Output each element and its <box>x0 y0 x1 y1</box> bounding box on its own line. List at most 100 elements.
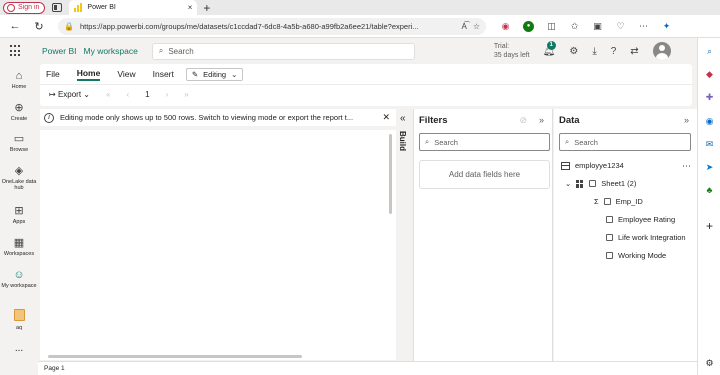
refresh-icon[interactable]: ↻ <box>32 20 46 33</box>
extension-icon[interactable]: ◉ <box>500 21 511 32</box>
filters-title: Filters <box>419 115 448 126</box>
data-search-input[interactable]: ⌕ Search <box>559 133 691 151</box>
report-icon <box>13 309 25 321</box>
notice-message: Editing mode only shows up to 500 rows. … <box>60 113 354 122</box>
collapse-right-icon[interactable]: » <box>684 115 689 125</box>
search-icon: ⌕ <box>425 137 430 146</box>
search-input[interactable]: ⌕ Search <box>151 42 415 60</box>
hide-filter-icon[interactable]: ⊘ <box>519 115 527 126</box>
account-avatar[interactable] <box>652 42 671 60</box>
games-icon[interactable]: ◉ <box>704 116 715 127</box>
tab-file[interactable]: File <box>46 69 60 79</box>
workspace-breadcrumb[interactable]: My workspace <box>84 46 138 56</box>
more-tools-icon[interactable]: ⋯ <box>638 21 649 32</box>
previous-page-icon[interactable]: ‹ <box>126 90 129 99</box>
rail-item-apps[interactable]: ⊞ Apps <box>0 205 38 225</box>
field-checkbox[interactable] <box>606 216 613 223</box>
brand-title[interactable]: Power BI <box>42 46 77 56</box>
search-placeholder: Search <box>168 46 194 56</box>
rail-item-onelake[interactable]: ◈ OneLake data hub <box>0 165 38 191</box>
rail-item-create[interactable]: ⊕ Create <box>0 102 38 122</box>
dataset-node[interactable]: employye1234 <box>561 161 624 170</box>
sign-in-button[interactable]: Sign in <box>3 1 46 14</box>
address-bar-row: ← ↻ 🔒 https://app.powerbi.com/groups/me/… <box>0 15 720 38</box>
sign-in-label: Sign in <box>18 4 40 11</box>
app-launcher-icon[interactable] <box>10 45 22 57</box>
favorite-star-icon[interactable]: ☆ <box>473 22 480 31</box>
vertical-scrollbar[interactable] <box>389 134 392 214</box>
collapse-left-icon[interactable]: « <box>400 113 406 124</box>
rail-item-workspaces[interactable]: ▦ Workspaces <box>0 237 38 257</box>
browser-tab-powerbi[interactable]: Power BI × <box>69 0 198 15</box>
rail-item-aq[interactable]: aq <box>0 309 38 331</box>
favorites-icon[interactable]: ✩ <box>569 21 580 32</box>
notifications-icon[interactable]: 🔔︎ 1 <box>543 40 556 57</box>
rail-item-home[interactable]: ⌂ Home <box>0 70 38 90</box>
table-canvas[interactable] <box>40 130 396 360</box>
field-name: Working Mode <box>618 251 667 260</box>
filters-search-input[interactable]: ⌕ Search <box>419 133 550 151</box>
tab-view[interactable]: View <box>117 69 135 79</box>
back-icon[interactable]: ← <box>8 20 22 32</box>
header-icons: 🔔︎ 1 ⚙ ⤓ ? ⇄ <box>543 40 639 57</box>
ribbon-commands: ↦ Export ⌄ « ‹ 1 › » <box>40 84 692 104</box>
export-button[interactable]: ↦ Export ⌄ <box>49 90 90 99</box>
horizontal-scrollbar[interactable] <box>48 355 302 358</box>
sidebar-settings-icon[interactable]: ⚙ <box>704 358 715 369</box>
shopping-icon[interactable]: ◆ <box>704 69 715 80</box>
page-number: 1 <box>145 90 150 99</box>
field-checkbox[interactable] <box>603 198 611 205</box>
download-icon[interactable]: ⤓ <box>592 46 596 57</box>
chevron-down-icon[interactable]: ⌄ <box>565 179 571 188</box>
table-checkbox[interactable] <box>589 180 597 187</box>
url-bar[interactable]: 🔒 https://app.powerbi.com/groups/me/data… <box>58 17 486 35</box>
field-row[interactable]: Employee Rating <box>606 215 675 224</box>
send-icon[interactable]: ➤ <box>704 162 715 173</box>
lock-icon: 🔒 <box>64 21 74 31</box>
tab-actions-icon[interactable] <box>52 3 63 12</box>
tab-insert[interactable]: Insert <box>153 69 174 79</box>
last-page-icon[interactable]: » <box>184 90 188 99</box>
help-icon[interactable]: ? <box>611 46 617 57</box>
settings-gear-icon[interactable]: ⚙ <box>569 46 578 57</box>
read-aloud-icon[interactable]: A͡ <box>461 22 466 31</box>
browser-essentials-icon[interactable]: ♡ <box>615 21 626 32</box>
rail-label: Home <box>11 84 27 90</box>
rail-item-browse[interactable]: ▭ Browse <box>0 133 38 153</box>
collections-icon[interactable]: ▣ <box>592 21 603 32</box>
copilot-icon[interactable]: ✦ <box>661 21 672 32</box>
outlook-icon[interactable]: ✉ <box>704 139 715 150</box>
close-icon[interactable]: ✕ <box>382 112 390 123</box>
field-row[interactable]: Working Mode <box>606 251 666 260</box>
field-name: Employee Rating <box>618 215 676 224</box>
rail-item-my-workspace[interactable]: ☺ My workspace <box>0 269 38 289</box>
extension-icons: ◉ ● ◫ ✩ ▣ ♡ ⋯ ✦ <box>500 20 672 32</box>
editing-mode-dropdown[interactable]: ✎ Editing ⌄ <box>185 67 244 81</box>
field-checkbox[interactable] <box>606 234 613 241</box>
tab-home[interactable]: Home <box>76 68 101 81</box>
rail-item-more[interactable]: ... <box>0 344 38 354</box>
next-page-icon[interactable]: › <box>166 90 169 99</box>
more-options-icon[interactable]: ⋯ <box>682 161 691 172</box>
page-indicator[interactable]: Page 1 <box>44 365 65 372</box>
field-row[interactable]: Life work Integration <box>606 233 686 242</box>
tab-close-icon[interactable]: × <box>188 3 193 12</box>
share-icon[interactable]: ⇄ <box>630 46 638 57</box>
field-name: Emp_ID <box>615 197 643 206</box>
rail-label: Create <box>10 116 28 122</box>
new-tab-button[interactable]: + <box>203 1 210 15</box>
collapse-right-icon[interactable]: » <box>539 115 544 126</box>
first-page-icon[interactable]: « <box>106 90 110 99</box>
search-icon[interactable]: ⌕ <box>704 46 715 57</box>
build-pane-collapsed[interactable]: « Build <box>396 109 412 361</box>
field-checkbox[interactable] <box>606 252 613 259</box>
extension-green-icon[interactable]: ● <box>523 20 534 32</box>
split-screen-icon[interactable]: ◫ <box>546 21 557 32</box>
table-node[interactable]: ⌄ Sheet1 (2) <box>565 179 636 188</box>
add-sidebar-app-icon[interactable]: + <box>704 220 715 232</box>
tools-icon[interactable]: ✚ <box>704 92 715 103</box>
workspaces-icon: ▦ <box>13 237 25 249</box>
add-data-fields-dropzone[interactable]: Add data fields here <box>419 160 550 189</box>
field-row[interactable]: Σ Emp_ID <box>594 197 643 206</box>
tree-icon[interactable]: ♣ <box>704 185 715 196</box>
